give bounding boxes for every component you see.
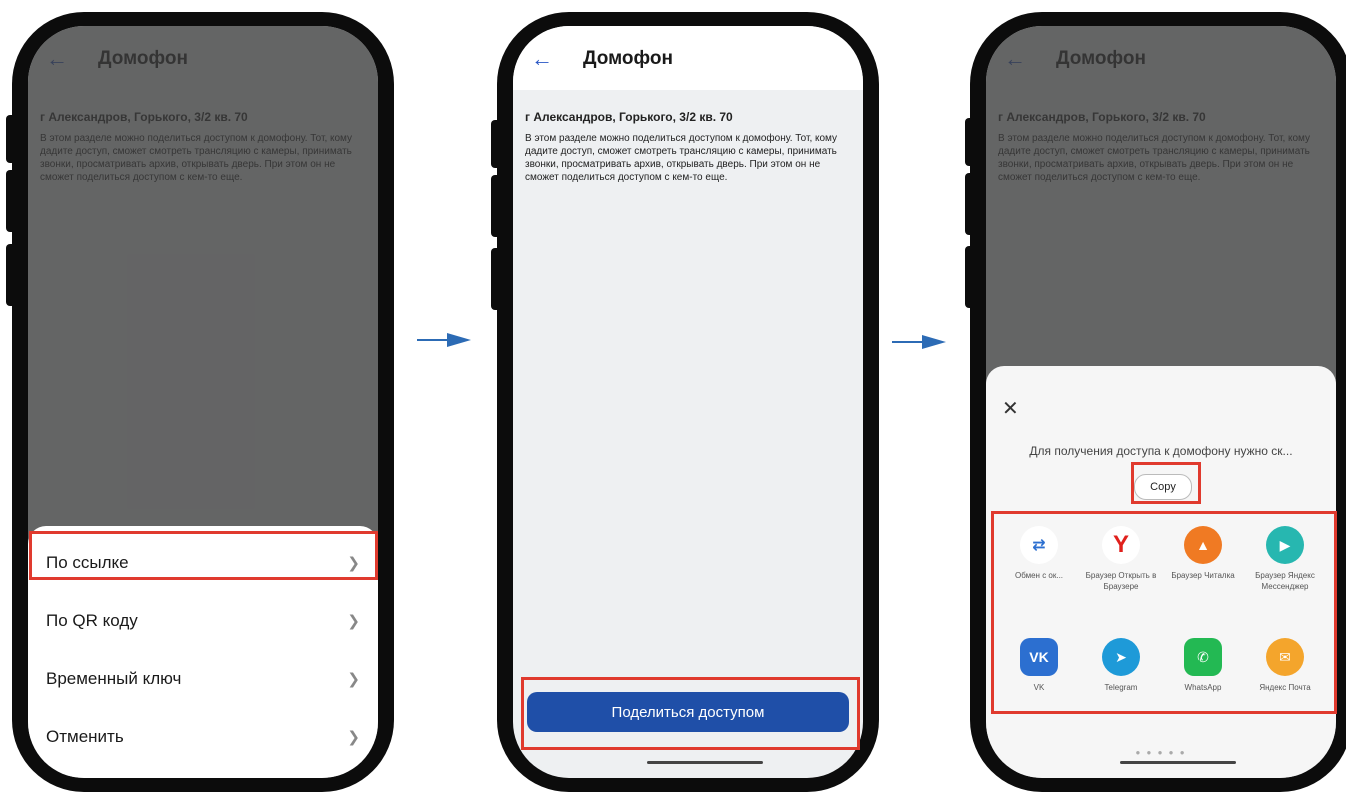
menu-item-label: Отменить: [46, 727, 124, 746]
highlight-box: [1131, 462, 1201, 504]
share-message: Для получения доступа к домофону нужно с…: [1029, 444, 1293, 458]
highlight-box: [521, 677, 860, 750]
highlight-box: [29, 531, 378, 580]
menu-item-by-qr[interactable]: По QR коду ❯: [28, 592, 378, 650]
description-text: В этом разделе можно поделиться доступом…: [525, 133, 838, 183]
home-indicator: [647, 761, 763, 764]
phone-frame-1: ← Домофон г Александров, Горького, 3/2 к…: [12, 12, 394, 792]
menu-item-label: По QR коду: [46, 611, 138, 630]
back-arrow-icon[interactable]: ←: [531, 48, 553, 70]
highlight-box: [991, 511, 1337, 714]
chevron-right-icon: ❯: [347, 729, 360, 746]
chevron-right-icon: ❯: [347, 613, 360, 630]
menu-item-temp-key[interactable]: Временный ключ ❯: [28, 650, 378, 708]
phone-frame-2: ← Домофон г Александров, Горького, 3/2 к…: [497, 12, 879, 792]
menu-item-cancel[interactable]: Отменить ❯: [28, 708, 378, 766]
phone-screen-1: ← Домофон г Александров, Горького, 3/2 к…: [28, 26, 378, 778]
home-indicator: [1120, 761, 1236, 764]
arrow-right-icon: [417, 333, 471, 347]
close-icon[interactable]: ✕: [1002, 396, 1019, 421]
address-text: г Александров, Горького, 3/2 кв. 70: [525, 110, 733, 124]
page-indicator: ● ● ● ● ●: [1135, 748, 1187, 757]
page-title: Домофон: [583, 48, 673, 69]
arrow-right-icon: [892, 335, 946, 349]
app-bar: ← Домофон: [513, 26, 863, 90]
chevron-right-icon: ❯: [347, 671, 360, 688]
phone-screen-2: ← Домофон г Александров, Горького, 3/2 к…: [513, 26, 863, 778]
menu-item-label: Временный ключ: [46, 669, 182, 688]
